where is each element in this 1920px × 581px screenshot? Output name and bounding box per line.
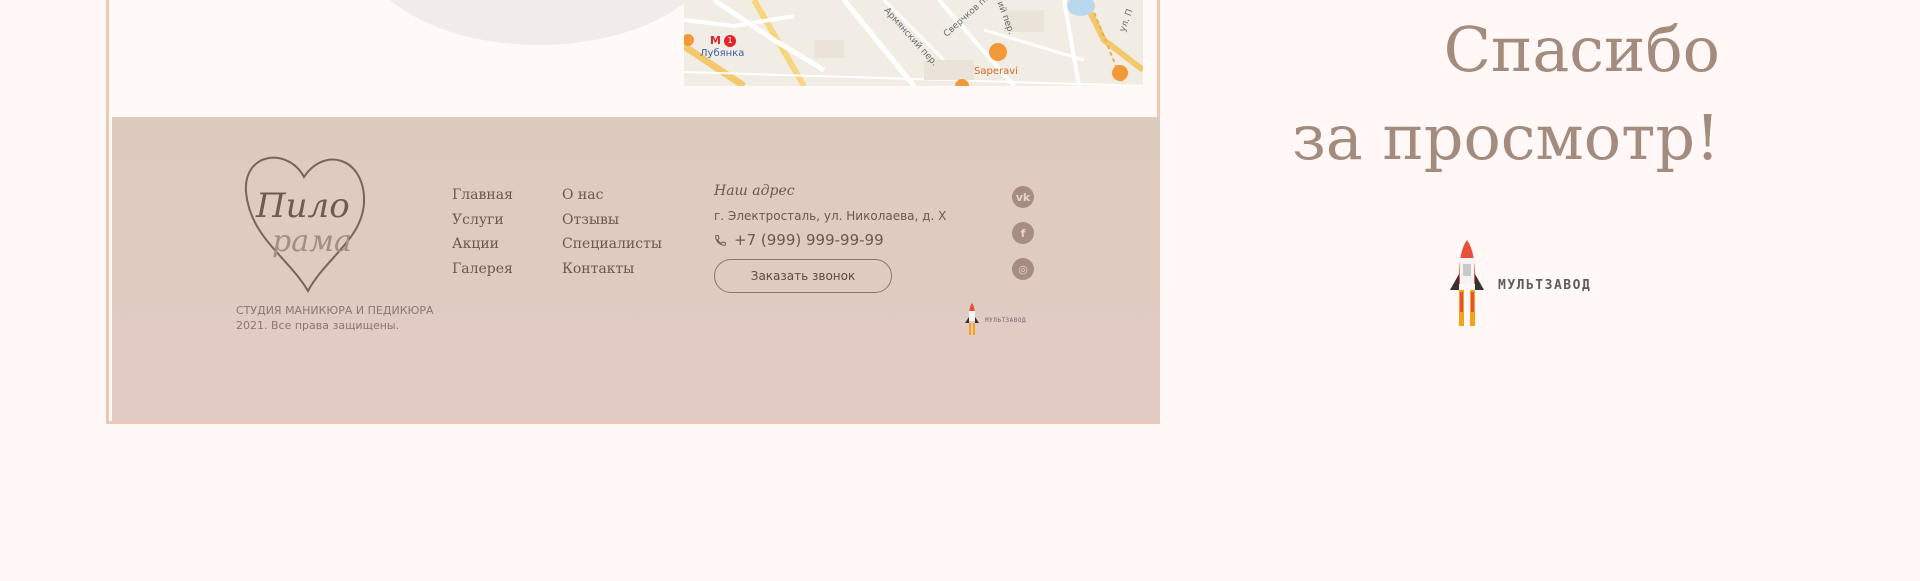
footer-link-gallery[interactable]: Галерея [452,257,513,282]
developer-name-small: МУЛЬТЗАВОД [985,316,1027,324]
metro-line-badge: 1 [724,35,736,47]
thanks-line-2: за просмотр! [1291,101,1720,174]
studio-name: СТУДИЯ МАНИКЮРА И ПЕДИКЮРА [236,304,434,317]
footer-link-services[interactable]: Услуги [452,208,513,233]
map-metro-label: Лубянка [700,48,745,59]
phone-number: +7 (999) 999-99-99 [734,231,884,249]
vk-icon[interactable]: vk [1012,186,1034,208]
footer-nav-column-1: Главная Услуги Акции Галерея [452,183,513,281]
location-map[interactable]: М 1 Лубянка Армянский пер. Сверчков пер.… [684,0,1143,86]
request-callback-button[interactable]: Заказать звонок [714,259,892,293]
facebook-icon[interactable]: f [1012,222,1034,244]
footer-link-reviews[interactable]: Отзывы [562,208,662,233]
developer-logo[interactable]: МУЛЬТЗАВОД [1450,240,1591,330]
thanks-line-1: Спасибо [1443,13,1720,86]
address-text: г. Электросталь, ул. Николаева, д. Х [714,209,947,223]
rocket-icon [965,303,979,335]
footer-link-specialists[interactable]: Специалисты [562,232,662,257]
footer-link-contacts[interactable]: Контакты [562,257,662,282]
map-place-label: Saperavi [974,66,1018,77]
developer-name: МУЛЬТЗАВОД [1498,277,1592,293]
developer-logo-small[interactable]: МУЛЬТЗАВОД [965,303,1026,337]
footer-link-home[interactable]: Главная [452,183,513,208]
copyright-text: 2021. Все права защищены. [236,319,400,332]
map-background-shape [359,0,719,45]
footer-nav-column-2: О нас Отзывы Специалисты Контакты [562,183,662,281]
rocket-icon [1450,240,1484,326]
phone-contact[interactable]: +7 (999) 999-99-99 [714,231,884,249]
address-title: Наш адрес [714,183,795,199]
studio-info: СТУДИЯ МАНИКЮРА И ПЕДИКЮРА 2021. Все пра… [236,303,434,333]
svg-text:рама: рама [272,224,352,259]
brand-logo: Пило рама [244,156,366,293]
footer-link-promotions[interactable]: Акции [452,232,513,257]
site-preview-frame: М 1 Лубянка Армянский пер. Сверчков пер.… [106,0,1160,424]
site-footer: Пило рама СТУДИЯ МАНИКЮРА И ПЕДИКЮРА 202… [112,117,1160,421]
svg-text:Пило: Пило [255,186,350,226]
metro-badge: М [710,34,721,47]
instagram-icon[interactable]: ◎ [1012,258,1034,280]
thanks-heading: Спасибо за просмотр! [1292,6,1720,182]
phone-icon [715,234,726,246]
footer-link-about[interactable]: О нас [562,183,662,208]
